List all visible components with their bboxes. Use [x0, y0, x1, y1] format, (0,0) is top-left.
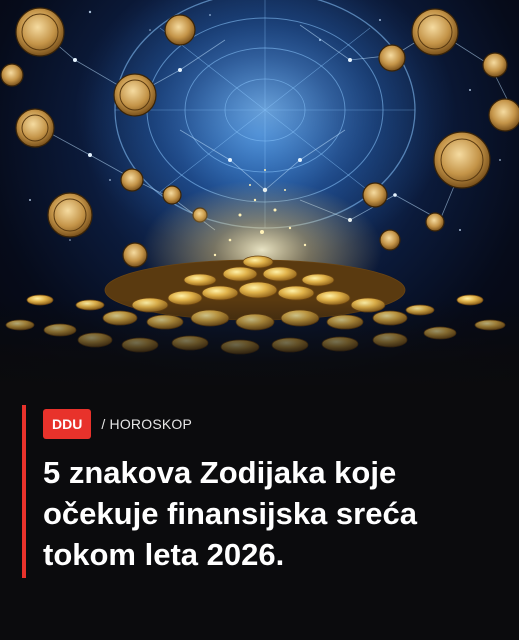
category-label[interactable]: / HOROSKOP [101, 416, 192, 432]
accent-bar [22, 405, 26, 578]
article-meta: DDU / HOROSKOP [43, 409, 192, 439]
source-badge[interactable]: DDU [43, 409, 92, 439]
image-fade [0, 300, 519, 385]
article-headline[interactable]: 5 znakova Zodijaka koje očekuje finansij… [43, 452, 503, 575]
hero-image[interactable] [0, 0, 519, 385]
